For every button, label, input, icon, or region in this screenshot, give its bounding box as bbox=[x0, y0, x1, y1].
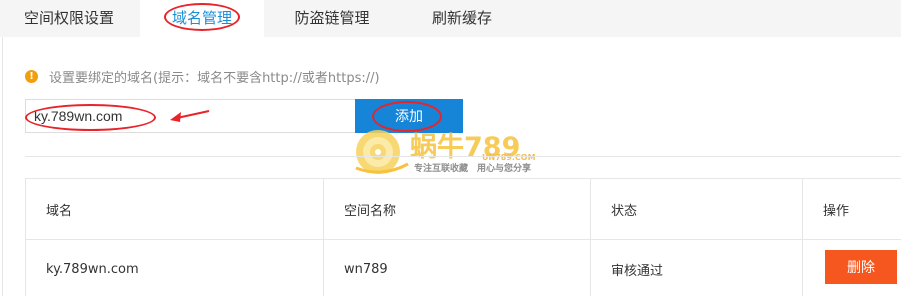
hint-row: ! 设置要绑定的域名(提示：域名不要含http://或者https://) bbox=[25, 67, 380, 86]
warning-icon: ! bbox=[25, 69, 38, 83]
cell-space-name: wn789 bbox=[324, 240, 591, 296]
domain-table: 域名 空间名称 状态 操作 ky.789wn.com wn789 审核通过 bbox=[25, 178, 901, 296]
watermark-brand: 蜗牛789 bbox=[410, 132, 520, 163]
header-action: 操作 bbox=[823, 203, 850, 219]
cell-domain: ky.789wn.com bbox=[26, 240, 324, 296]
divider bbox=[25, 156, 901, 157]
tab-refresh-cache[interactable]: 刷新缓存 bbox=[400, 0, 524, 37]
watermark-slogan: 专注互联收藏 用心与您分享 bbox=[414, 162, 531, 174]
tab-hotlink-protection[interactable]: 防盗链管理 bbox=[266, 0, 398, 37]
header-space-name: 空间名称 bbox=[324, 179, 591, 239]
watermark-domain: UN789.COM bbox=[482, 153, 536, 162]
domain-management-page: 空间权限设置 域名管理 防盗链管理 刷新缓存 ! 设置要绑定的域名(提示：域名不… bbox=[0, 0, 901, 296]
watermark-logo: 蜗牛789 UN789.COM 专注互联收藏 用心与您分享 bbox=[355, 130, 536, 174]
header-domain: 域名 bbox=[26, 179, 324, 239]
table-header-row: 域名 空间名称 状态 操作 bbox=[26, 179, 901, 240]
tab-space-permissions[interactable]: 空间权限设置 bbox=[0, 0, 138, 37]
add-button[interactable]: 添加 bbox=[355, 99, 463, 133]
header-status: 状态 bbox=[591, 179, 803, 239]
delete-button[interactable]: 删除 bbox=[825, 250, 897, 284]
panel-border bbox=[2, 37, 3, 296]
table-row: ky.789wn.com wn789 审核通过 bbox=[26, 240, 901, 296]
tab-domain-management[interactable]: 域名管理 bbox=[140, 0, 264, 37]
tab-bar: 空间权限设置 域名管理 防盗链管理 刷新缓存 bbox=[0, 0, 901, 37]
hint-text: 设置要绑定的域名(提示：域名不要含http://或者https://) bbox=[49, 70, 380, 86]
cell-status: 审核通过 bbox=[591, 240, 803, 296]
domain-input[interactable] bbox=[25, 99, 355, 133]
